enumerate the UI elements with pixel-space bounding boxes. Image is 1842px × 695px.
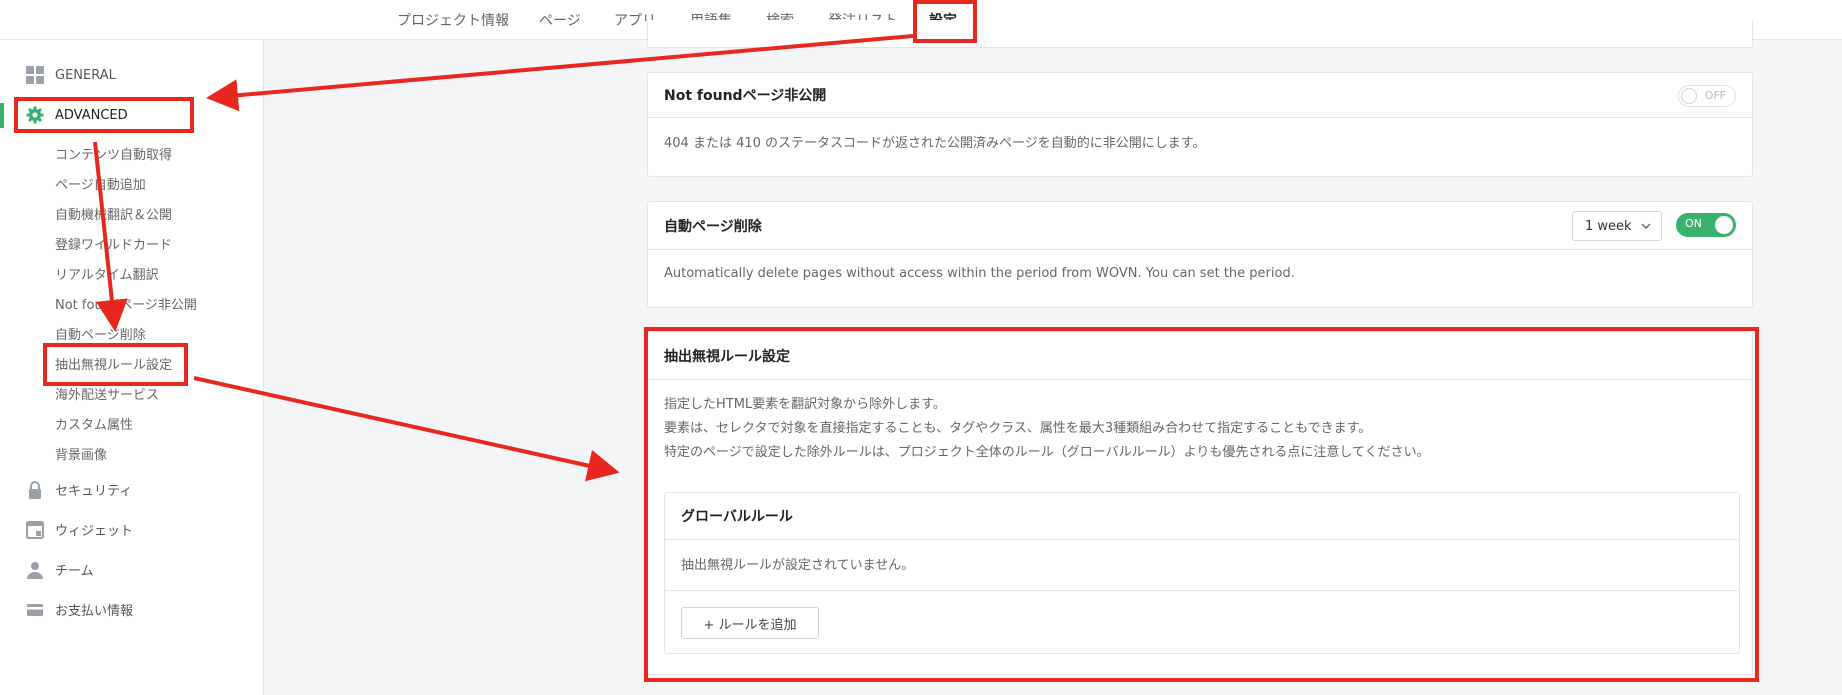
card-title: Not foundページ非公開 [664, 88, 827, 104]
sidebar-item-general[interactable]: GENERAL [26, 66, 116, 84]
card-body: 404 または 410 のステータスコードが返された公開済みページを自動的に非公… [648, 118, 1752, 172]
sidebar-item-security[interactable]: セキュリティ [26, 480, 132, 499]
sidebar-subitem-overseas-shipping[interactable]: 海外配送サービス [55, 384, 159, 403]
card-description: 404 または 410 のステータスコードが返された公開済みページを自動的に非公… [664, 136, 1206, 151]
grid-icon [26, 66, 44, 84]
auto-page-delete-card: 自動ページ削除 1 week ON Automatically delete p… [647, 201, 1753, 308]
card-title: 自動ページ削除 [664, 218, 762, 235]
sidebar-item-label: ウィジェット [55, 524, 134, 539]
period-select-value: 1 week [1585, 218, 1632, 234]
sidebar-subitem-realtime-translation[interactable]: リアルタイム翻訳 [55, 264, 159, 283]
sidebar-item-payment[interactable]: お支払い情報 [26, 600, 133, 619]
toggle-knob [1681, 88, 1697, 104]
highlight-advanced [14, 97, 194, 133]
tab-project-info[interactable]: プロジェクト情報 [397, 10, 509, 30]
previous-settings-card [647, 20, 1753, 48]
sidebar-item-label: お支払い情報 [55, 604, 134, 619]
sidebar-item-team[interactable]: チーム [26, 560, 94, 579]
sidebar-subitem-auto-page-delete[interactable]: 自動ページ削除 [55, 324, 146, 343]
card-description: Automatically delete pages without acces… [664, 266, 1295, 281]
sidebar-subitem-page-auto-add[interactable]: ページ自動追加 [55, 174, 146, 193]
sidebar-item-label: セキュリティ [55, 484, 133, 499]
toggle-label: OFF [1704, 89, 1726, 102]
sidebar-item-widget[interactable]: ウィジェット [26, 520, 133, 539]
highlight-settings-tab [913, 0, 977, 43]
sidebar-subitem-auto-mt-publish[interactable]: 自動機械翻訳＆公開 [55, 204, 172, 223]
credit-card-icon [26, 601, 44, 619]
sidebar-subitem-content-auto-fetch[interactable]: コンテンツ自動取得 [55, 144, 172, 163]
chevron-down-icon [1641, 220, 1651, 235]
period-select[interactable]: 1 week [1572, 211, 1662, 241]
active-section-indicator [0, 103, 4, 128]
card-header: Not foundページ非公開 OFF [648, 73, 1752, 118]
notfound-toggle[interactable]: OFF [1678, 85, 1736, 107]
toggle-label: ON [1685, 217, 1702, 230]
auto-delete-toggle[interactable]: ON [1676, 213, 1736, 237]
sidebar-subitem-background-image[interactable]: 背景画像 [55, 444, 107, 463]
sidebar-item-label: GENERAL [55, 67, 116, 83]
lock-icon [26, 480, 44, 499]
sidebar-subitem-wildcard[interactable]: 登録ワイルドカード [55, 234, 172, 253]
user-icon [26, 561, 44, 579]
card-header: 自動ページ削除 1 week ON [648, 202, 1752, 250]
sidebar-item-label: チーム [55, 564, 94, 579]
widget-icon [26, 520, 44, 539]
toggle-knob [1715, 216, 1733, 234]
notfound-unpublish-card: Not foundページ非公開 OFF 404 または 410 のステータスコー… [647, 72, 1753, 177]
highlight-ignore-rules-card [644, 327, 1759, 682]
tab-pages[interactable]: ページ [539, 10, 581, 30]
highlight-ignore-rules-item [43, 343, 188, 386]
card-body: Automatically delete pages without acces… [648, 250, 1752, 302]
sidebar-subitem-custom-attributes[interactable]: カスタム属性 [55, 414, 133, 433]
sidebar-subitem-notfound-unpublish[interactable]: Not foundページ非公開 [55, 294, 197, 313]
